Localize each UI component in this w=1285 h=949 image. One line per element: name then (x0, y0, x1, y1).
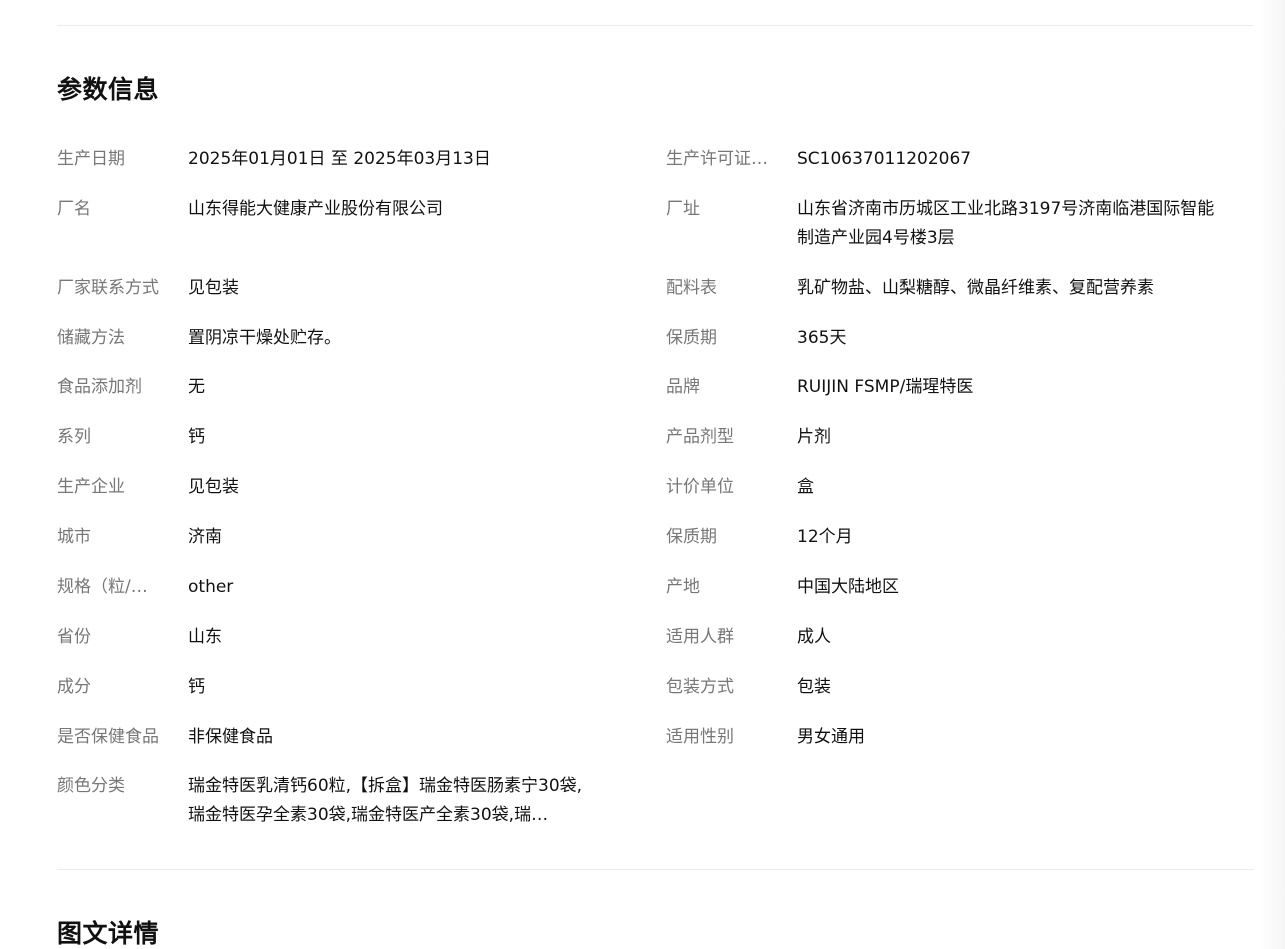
param-value: 见包装 (188, 477, 239, 497)
param-value: 无 (188, 377, 205, 397)
param-value: 山东 (188, 627, 222, 647)
param-label: 厂址 (666, 199, 700, 219)
param-value: 置阴凉干燥处贮存。 (188, 328, 341, 348)
param-value: RUIJIN FSMP/瑞瑆特医 (797, 377, 974, 397)
param-color-category: 颜色分类 瑞金特医乳清钙60粒,【拆盒】瑞金特医肠素宁30袋,瑞金特医孕全素30… (57, 772, 598, 830)
bottom-divider (57, 869, 1254, 870)
param-brand: 品牌 RUIJIN FSMP/瑞瑆特医 (666, 373, 1217, 402)
param-value: 山东得能大健康产业股份有限公司 (188, 199, 443, 219)
param-value: SC10637011202067 (797, 149, 972, 169)
param-production-date: 生产日期 2025年01月01日 至 2025年03月13日 (57, 145, 598, 174)
param-series: 系列 钙 (57, 423, 598, 452)
param-value: 包装 (797, 677, 831, 697)
param-license: 生产许可证… SC10637011202067 (666, 145, 1217, 174)
param-gender: 适用性别 男女通用 (666, 723, 1217, 752)
param-label: 城市 (57, 527, 91, 547)
param-label: 产品剂型 (666, 427, 734, 447)
param-label: 是否保健食品 (57, 727, 159, 747)
param-value: 12个月 (797, 527, 853, 547)
param-label: 厂名 (57, 199, 91, 219)
param-spec: 规格（粒/… other (57, 573, 598, 602)
param-value: 365天 (797, 328, 847, 348)
param-value: 2025年01月01日 至 2025年03月13日 (188, 149, 491, 169)
param-label: 储藏方法 (57, 328, 125, 348)
param-label: 品牌 (666, 377, 700, 397)
param-shelf-life-days: 保质期 365天 (666, 324, 1217, 353)
param-factory-name: 厂名 山东得能大健康产业股份有限公司 (57, 195, 598, 224)
param-label: 生产企业 (57, 477, 125, 497)
param-label: 计价单位 (666, 477, 734, 497)
top-divider (57, 25, 1254, 26)
param-value: 见包装 (188, 278, 239, 298)
param-label: 成分 (57, 677, 91, 697)
param-additives: 食品添加剂 无 (57, 373, 598, 402)
param-value: 乳矿物盐、山梨糖醇、微晶纤维素、复配营养素 (797, 278, 1154, 298)
param-ingredient: 成分 钙 (57, 673, 598, 702)
param-province: 省份 山东 (57, 623, 598, 652)
param-value: 盒 (797, 477, 814, 497)
param-label: 保质期 (666, 328, 717, 348)
param-value: 男女通用 (797, 727, 865, 747)
param-label: 配料表 (666, 278, 717, 298)
param-label: 规格（粒/… (57, 577, 148, 597)
param-value: 山东省济南市历城区工业北路3197号济南临港国际智能制造产业园4号楼3层 (797, 199, 1215, 248)
param-label: 适用性别 (666, 727, 734, 747)
product-detail-page: 参数信息 生产日期 2025年01月01日 至 2025年03月13日 厂名 山… (0, 0, 1285, 949)
param-label: 生产许可证… (666, 149, 768, 169)
param-factory-contact: 厂家联系方式 见包装 (57, 274, 598, 303)
param-dosage-form: 产品剂型 片剂 (666, 423, 1217, 452)
param-label: 食品添加剂 (57, 377, 142, 397)
param-health-food: 是否保健食品 非保健食品 (57, 723, 598, 752)
param-label: 生产日期 (57, 149, 125, 169)
param-value: 瑞金特医乳清钙60粒,【拆盒】瑞金特医肠素宁30袋,瑞金特医孕全素30袋,瑞金特… (188, 776, 583, 825)
param-label: 厂家联系方式 (57, 278, 159, 298)
param-packaging: 包装方式 包装 (666, 673, 1217, 702)
param-ingredients-list: 配料表 乳矿物盐、山梨糖醇、微晶纤维素、复配营养素 (666, 274, 1217, 303)
param-label: 包装方式 (666, 677, 734, 697)
param-shelf-life-months: 保质期 12个月 (666, 523, 1217, 552)
scroll-edge-shadow (1259, 0, 1285, 949)
param-label: 省份 (57, 627, 91, 647)
param-value: 钙 (188, 427, 205, 447)
param-value: 成人 (797, 627, 831, 647)
param-storage: 储藏方法 置阴凉干燥处贮存。 (57, 324, 598, 353)
param-label: 保质期 (666, 527, 717, 547)
param-label: 产地 (666, 577, 700, 597)
param-label: 颜色分类 (57, 776, 125, 796)
param-value: 非保健食品 (188, 727, 273, 747)
param-value: 钙 (188, 677, 205, 697)
param-pricing-unit: 计价单位 盒 (666, 473, 1217, 502)
param-manufacturer: 生产企业 见包装 (57, 473, 598, 502)
param-value: 济南 (188, 527, 222, 547)
param-factory-address: 厂址 山东省济南市历城区工业北路3197号济南临港国际智能制造产业园4号楼3层 (666, 195, 1217, 253)
params-section-title: 参数信息 (57, 75, 160, 104)
param-label: 适用人群 (666, 627, 734, 647)
param-value: 片剂 (797, 427, 831, 447)
param-value: 中国大陆地区 (797, 577, 899, 597)
param-city: 城市 济南 (57, 523, 598, 552)
param-origin: 产地 中国大陆地区 (666, 573, 1217, 602)
param-label: 系列 (57, 427, 91, 447)
param-value: other (188, 577, 234, 597)
details-section-title: 图文详情 (57, 919, 160, 948)
param-target-group: 适用人群 成人 (666, 623, 1217, 652)
